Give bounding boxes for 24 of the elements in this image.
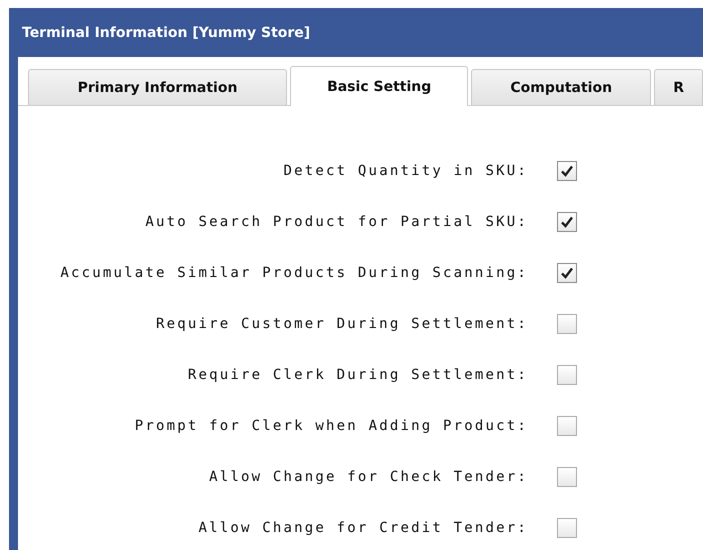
checkmark-icon xyxy=(560,266,574,280)
checkbox[interactable] xyxy=(557,314,577,334)
checkbox[interactable] xyxy=(557,212,577,232)
setting-label: Auto Search Product for Partial SKU: xyxy=(144,214,528,230)
window-title: Terminal Information [Yummy Store] xyxy=(22,24,310,40)
checkbox[interactable] xyxy=(557,263,577,283)
checkbox[interactable] xyxy=(557,467,577,487)
checkbox[interactable] xyxy=(557,161,577,181)
tab[interactable]: R xyxy=(654,69,703,105)
checkbox[interactable] xyxy=(557,416,577,436)
setting-label: Detect Quantity in SKU: xyxy=(282,163,528,179)
setting-label: Allow Change for Credit Tender: xyxy=(198,520,528,536)
tab[interactable]: Basic Setting xyxy=(290,66,468,106)
checkbox[interactable] xyxy=(557,365,577,385)
tab[interactable]: Primary Information xyxy=(28,69,288,105)
setting-label: Require Clerk During Settlement: xyxy=(186,367,528,383)
setting-label: Allow Change for Check Tender: xyxy=(208,469,528,485)
setting-label: Prompt for Clerk when Adding Product: xyxy=(134,418,528,434)
checkmark-icon xyxy=(560,215,574,229)
checkbox[interactable] xyxy=(557,518,577,538)
setting-label: Require Customer During Settlement: xyxy=(154,316,528,332)
checkmark-icon xyxy=(560,164,574,178)
tab[interactable]: Computation xyxy=(471,69,652,105)
setting-label: Accumulate Similar Products During Scanning: xyxy=(59,265,528,281)
